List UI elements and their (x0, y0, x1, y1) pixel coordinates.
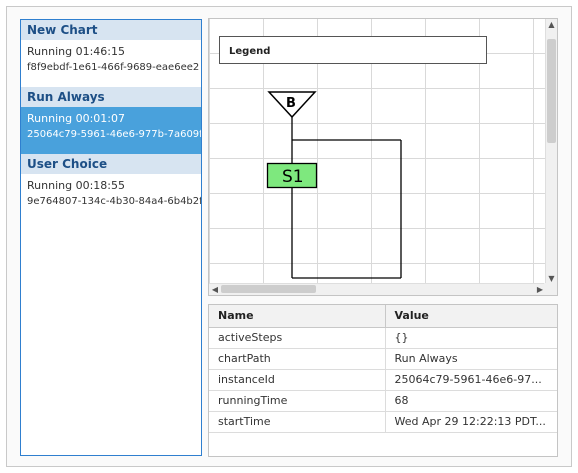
legend-label: Legend (229, 46, 270, 57)
property-name: activeSteps (209, 327, 386, 349)
property-name: instanceId (209, 369, 386, 391)
table-row[interactable]: startTime Wed Apr 29 12:22:13 PDT... (209, 411, 557, 433)
horizontal-scroll-thumb[interactable] (221, 285, 316, 293)
instance-item-run-always[interactable]: Running 00:01:07 25064c79-5961-46e6-977b… (21, 107, 201, 154)
instance-id: 9e764807-134c-4b30-84a4-6b4b2f (27, 196, 201, 207)
instance-status: Running 00:18:55 (27, 179, 125, 192)
column-header-value[interactable]: Value (385, 305, 557, 328)
scroll-up-icon[interactable]: ▲ (546, 19, 557, 31)
scroll-corner (544, 283, 557, 295)
chart-canvas[interactable]: Legend B S1 ▲ ▼ ◀ ▶ (208, 18, 558, 296)
group-header-user-choice[interactable]: User Choice (21, 154, 201, 174)
property-value: 68 (385, 390, 557, 412)
instance-item-user-choice[interactable]: Running 00:18:55 9e764807-134c-4b30-84a4… (21, 174, 201, 221)
property-value: {} (385, 327, 557, 349)
instance-id: f8f9ebdf-1e61-466f-9689-eae6ee2 (27, 62, 200, 73)
vertical-scrollbar[interactable]: ▲ ▼ (545, 19, 557, 285)
property-name: runningTime (209, 390, 386, 412)
group-header-new-chart[interactable]: New Chart (21, 20, 201, 40)
begin-step-label: B (286, 96, 296, 111)
instance-status: Running 00:01:07 (27, 112, 125, 125)
table-header-row: Name Value (209, 305, 557, 328)
property-table[interactable]: Name Value activeSteps {} chartPath Run … (208, 304, 558, 457)
transition-lines (291, 112, 402, 279)
table-row[interactable]: activeSteps {} (209, 327, 557, 349)
sfc-diagram: Legend B S1 (209, 19, 546, 285)
group-header-run-always[interactable]: Run Always (21, 87, 201, 107)
property-value: Wed Apr 29 12:22:13 PDT... (385, 411, 557, 433)
table-row[interactable]: instanceId 25064c79-5961-46e6-97... (209, 369, 557, 391)
scroll-left-icon[interactable]: ◀ (209, 284, 221, 295)
instance-id: 25064c79-5961-46e6-977b-7a609f (27, 129, 201, 140)
table-row[interactable]: chartPath Run Always (209, 348, 557, 370)
chart-instance-list[interactable]: New Chart Running 01:46:15 f8f9ebdf-1e61… (20, 19, 202, 456)
table-row[interactable]: runningTime 68 (209, 390, 557, 412)
instance-status: Running 01:46:15 (27, 45, 125, 58)
property-name: chartPath (209, 348, 386, 370)
property-value: Run Always (385, 348, 557, 370)
column-header-name[interactable]: Name (209, 305, 386, 328)
step-s1-label: S1 (282, 167, 304, 187)
horizontal-scrollbar[interactable]: ◀ ▶ (209, 283, 546, 295)
instance-item-new-chart[interactable]: Running 01:46:15 f8f9ebdf-1e61-466f-9689… (21, 40, 201, 87)
property-value: 25064c79-5961-46e6-97... (385, 369, 557, 391)
vertical-scroll-thumb[interactable] (547, 39, 556, 143)
property-name: startTime (209, 411, 386, 433)
